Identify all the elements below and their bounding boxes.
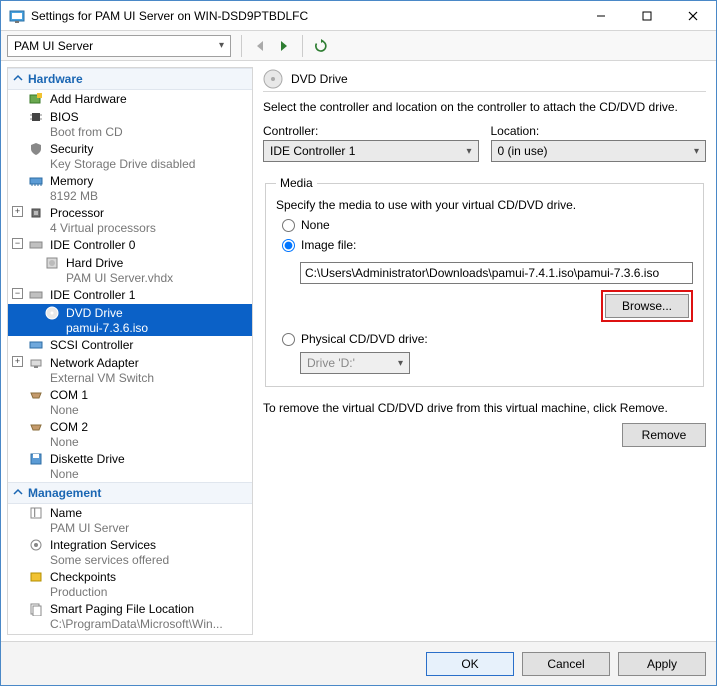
window-title: Settings for PAM UI Server on WIN-DSD9PT… — [31, 9, 578, 23]
tree-integration[interactable]: Integration Services Some services offer… — [8, 536, 252, 568]
chip-icon — [28, 109, 44, 125]
detail-pane: DVD Drive Select the controller and loca… — [253, 61, 716, 641]
pane-title: DVD Drive — [291, 72, 348, 86]
close-button[interactable] — [670, 1, 716, 30]
tree-bios[interactable]: BIOS Boot from CD — [8, 108, 252, 140]
checkpoint-icon — [28, 569, 44, 585]
physical-drive-dropdown: Drive 'D:' ▾ — [300, 352, 410, 374]
vm-selector-value: PAM UI Server — [14, 39, 93, 53]
paging-icon — [28, 601, 44, 617]
settings-tree: Hardware Add Hardware BIOS Boot from CD … — [7, 67, 253, 635]
svg-text:I: I — [33, 506, 36, 520]
vm-selector-combo[interactable]: PAM UI Server ▾ — [7, 35, 231, 57]
pane-description: Select the controller and location on th… — [263, 100, 706, 114]
shield-icon — [28, 141, 44, 157]
tree-com2[interactable]: COM 2 None — [8, 418, 252, 450]
controller-icon — [28, 287, 44, 303]
tree-memory[interactable]: Memory 8192 MB — [8, 172, 252, 204]
settings-window: Settings for PAM UI Server on WIN-DSD9PT… — [0, 0, 717, 686]
tree-add-hardware[interactable]: Add Hardware — [8, 90, 252, 108]
media-legend: Media — [276, 176, 317, 190]
collapse-icon[interactable]: − — [12, 238, 23, 249]
scsi-icon — [28, 337, 44, 353]
category-hardware[interactable]: Hardware — [8, 68, 252, 90]
media-description: Specify the media to use with your virtu… — [276, 198, 693, 212]
tree-hard-drive[interactable]: Hard Drive PAM UI Server.vhdx — [8, 254, 252, 286]
refresh-button[interactable] — [309, 35, 333, 57]
titlebar: Settings for PAM UI Server on WIN-DSD9PT… — [1, 1, 716, 31]
disc-icon — [44, 305, 60, 321]
tree-ide1[interactable]: − IDE Controller 1 — [8, 286, 252, 304]
tree-diskette[interactable]: Diskette Drive None — [8, 450, 252, 482]
radio-none[interactable]: None — [282, 218, 693, 232]
apply-button[interactable]: Apply — [618, 652, 706, 676]
toolbar: PAM UI Server ▾ — [1, 31, 716, 61]
chevron-up-icon — [12, 72, 24, 84]
tree-name[interactable]: I Name PAM UI Server — [8, 504, 252, 536]
remove-description: To remove the virtual CD/DVD drive from … — [263, 401, 706, 415]
controller-dropdown[interactable]: IDE Controller 1 ▾ — [263, 140, 479, 162]
radio-physical-input[interactable] — [282, 333, 295, 346]
toolbar-separator — [241, 35, 242, 57]
serial-port-icon — [28, 387, 44, 403]
tree-network[interactable]: + Network Adapter External VM Switch — [8, 354, 252, 386]
tree-scroll[interactable]: Hardware Add Hardware BIOS Boot from CD … — [8, 68, 252, 634]
services-icon — [28, 537, 44, 553]
nav-forward-button[interactable] — [272, 35, 296, 57]
add-hardware-icon — [28, 91, 44, 107]
location-label: Location: — [491, 124, 707, 138]
radio-image[interactable]: Image file: — [282, 238, 693, 252]
app-icon — [9, 8, 25, 24]
pane-header: DVD Drive — [263, 69, 706, 92]
tree-checkpoints[interactable]: Checkpoints Production — [8, 568, 252, 600]
category-management[interactable]: Management — [8, 482, 252, 504]
minimize-button[interactable] — [578, 1, 624, 30]
disc-icon — [263, 69, 283, 89]
media-group: Media Specify the media to use with your… — [265, 176, 704, 387]
floppy-icon — [28, 451, 44, 467]
dialog-footer: OK Cancel Apply — [1, 641, 716, 685]
tree-dvd-drive[interactable]: DVD Drive pamui-7.3.6.iso — [8, 304, 252, 336]
image-path-input[interactable] — [300, 262, 693, 284]
location-dropdown[interactable]: 0 (in use) ▾ — [491, 140, 707, 162]
ok-button[interactable]: OK — [426, 652, 514, 676]
radio-physical[interactable]: Physical CD/DVD drive: — [282, 332, 693, 346]
chevron-down-icon: ▾ — [219, 40, 224, 51]
nav-back-button[interactable] — [248, 35, 272, 57]
browse-highlight: Browse... — [601, 290, 693, 322]
chevron-up-icon — [12, 486, 24, 498]
hdd-icon — [44, 255, 60, 271]
chevron-down-icon: ▾ — [694, 146, 699, 157]
browse-button[interactable]: Browse... — [605, 294, 689, 318]
tree-processor[interactable]: + Processor 4 Virtual processors — [8, 204, 252, 236]
controller-icon — [28, 237, 44, 253]
memory-icon — [28, 173, 44, 189]
collapse-icon[interactable]: − — [12, 288, 23, 299]
radio-none-input[interactable] — [282, 219, 295, 232]
chevron-down-icon: ▾ — [466, 146, 471, 157]
cancel-button[interactable]: Cancel — [522, 652, 610, 676]
tree-com1[interactable]: COM 1 None — [8, 386, 252, 418]
tree-security[interactable]: Security Key Storage Drive disabled — [8, 140, 252, 172]
radio-image-input[interactable] — [282, 239, 295, 252]
toolbar-separator — [302, 35, 303, 57]
network-icon — [28, 355, 44, 371]
remove-button[interactable]: Remove — [622, 423, 706, 447]
tree-paging[interactable]: Smart Paging File Location C:\ProgramDat… — [8, 600, 252, 632]
controller-label: Controller: — [263, 124, 479, 138]
name-icon: I — [28, 505, 44, 521]
expand-icon[interactable]: + — [12, 206, 23, 217]
tree-scsi[interactable]: SCSI Controller — [8, 336, 252, 354]
chevron-down-icon: ▾ — [398, 358, 403, 369]
cpu-icon — [28, 205, 44, 221]
maximize-button[interactable] — [624, 1, 670, 30]
tree-ide0[interactable]: − IDE Controller 0 — [8, 236, 252, 254]
expand-icon[interactable]: + — [12, 356, 23, 367]
serial-port-icon — [28, 419, 44, 435]
